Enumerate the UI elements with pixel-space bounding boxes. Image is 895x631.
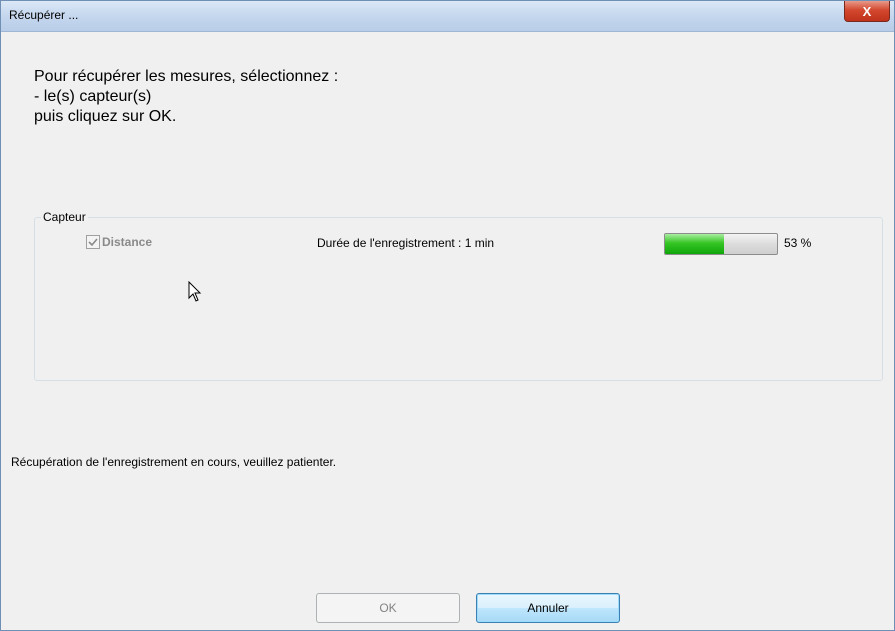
dialog-window: Récupérer ... X Pour récupérer les mesur… (0, 0, 895, 631)
sensor-group-label: Capteur (41, 210, 88, 224)
instructions-text: Pour récupérer les mesures, sélectionnez… (34, 67, 338, 127)
progress-percent: 53 % (784, 236, 812, 250)
ok-button[interactable]: OK (316, 593, 460, 623)
progress-bar-fill (665, 234, 725, 254)
checkmark-icon[interactable] (86, 235, 100, 249)
window-title: Récupérer ... (9, 8, 79, 22)
close-button[interactable]: X (844, 1, 890, 22)
status-message: Récupération de l'enregistrement en cour… (11, 455, 337, 469)
instruction-line-1: Pour récupérer les mesures, sélectionnez… (34, 68, 339, 85)
cancel-button[interactable]: Annuler (476, 593, 620, 623)
progress-bar (664, 233, 778, 255)
sensor-checkbox-distance[interactable]: Distance (86, 235, 152, 249)
sensor-name: Distance (102, 235, 153, 249)
instruction-line-2: - le(s) capteur(s) (34, 88, 152, 105)
close-icon: X (862, 3, 872, 19)
recording-duration: Durée de l'enregistrement : 1 min (317, 236, 495, 250)
dialog-content: Pour récupérer les mesures, sélectionnez… (9, 32, 886, 630)
mouse-pointer-icon (188, 280, 202, 308)
instruction-line-3: puis cliquez sur OK. (34, 108, 177, 125)
sensor-group-box: Capteur Distance Durée de l'enregistreme… (34, 210, 883, 381)
title-bar[interactable]: Récupérer ... X (1, 1, 894, 32)
